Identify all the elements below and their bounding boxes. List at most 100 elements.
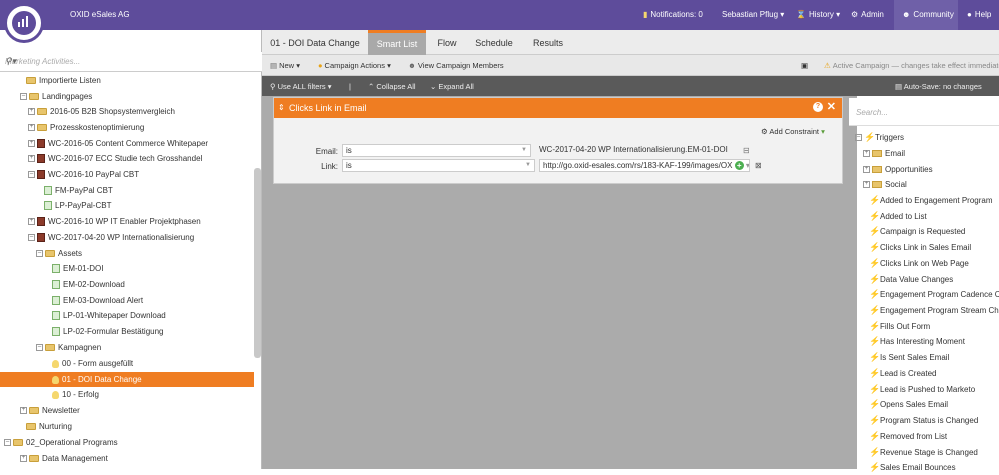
tree-item[interactable]: LP-PayPal-CBT [44, 198, 111, 213]
trigger-item[interactable]: ⚡Fills Out Form [869, 319, 930, 334]
tree-item[interactable]: 00 - Form ausgefüllt [52, 356, 133, 371]
triggers-folder[interactable]: – ⚡Triggers [855, 130, 904, 145]
admin-link[interactable]: ⚙ Admin [851, 10, 884, 19]
tree-item[interactable]: + Newsletter [20, 403, 80, 418]
collapse-toggle-icon[interactable]: – [36, 250, 43, 258]
tree-item-selected[interactable]: 01 - DOI Data Change [0, 372, 254, 387]
tree-item[interactable]: – WC-2017-04-20 WP Internationalisierung [28, 230, 194, 245]
tab-schedule[interactable]: Schedule [468, 30, 520, 55]
expand-toggle-icon[interactable]: + [863, 150, 870, 158]
tree-item[interactable]: + Data Management [20, 451, 108, 466]
tree-item[interactable]: – 02_Operational Programs [4, 435, 118, 450]
trigger-item[interactable]: ⚡Opens Sales Email [869, 397, 948, 412]
trigger-item[interactable]: ⚡Has Interesting Moment [869, 334, 965, 349]
tree-item[interactable]: + WC-2016-10 WP IT Enabler Projektphasen [28, 214, 201, 229]
calendar-icon[interactable]: ▣ [801, 61, 808, 70]
tab-smart-list[interactable]: Smart List [368, 30, 426, 55]
expand-toggle-icon[interactable]: + [28, 124, 35, 132]
tree-item[interactable]: – Landingpages [20, 89, 92, 104]
notifications-link[interactable]: ▮ Notifications: 0 [643, 10, 703, 19]
trigger-item[interactable]: ⚡Removed from List [869, 429, 947, 444]
tree-item[interactable]: LP-01-Whitepaper Download [52, 308, 166, 323]
link-operator-select[interactable]: is ▼ [342, 159, 535, 172]
trigger-item[interactable]: ⚡Added to List [869, 209, 927, 224]
view-members-button[interactable]: ☻ View Campaign Members [408, 61, 504, 70]
email-picker-icon[interactable]: ⊟ [743, 146, 750, 155]
add-constraint-button[interactable]: ⚙ Add Constraint ▾ [761, 127, 825, 136]
collapse-toggle-icon[interactable]: – [20, 93, 27, 101]
trigger-group-email[interactable]: + Email [863, 146, 905, 161]
expand-toggle-icon[interactable]: + [863, 166, 870, 174]
tree-item[interactable]: EM-01-DOI [52, 261, 103, 276]
drag-handle-icon[interactable]: ⇕ [278, 103, 285, 112]
remove-constraint-icon[interactable]: ⊠ [755, 161, 762, 170]
tab-campaign-name[interactable]: 01 - DOI Data Change [262, 30, 368, 55]
tree-item[interactable]: Importierte Listen [26, 73, 101, 88]
expand-toggle-icon[interactable]: + [28, 140, 35, 148]
help-link[interactable]: ● Help [967, 10, 991, 19]
tree-item[interactable]: Nurturing [26, 419, 72, 434]
trigger-item[interactable]: ⚡Data Value Changes [869, 272, 953, 287]
collapse-toggle-icon[interactable]: – [28, 171, 35, 179]
filter-icon[interactable]: ⚲▾ [5, 56, 256, 67]
activities-search-field[interactable]: Marketing Activities... ⚲▾ [0, 52, 262, 72]
help-icon[interactable]: ? [813, 102, 823, 112]
trigger-item[interactable]: ⚡Is Sent Sales Email [869, 350, 949, 365]
trigger-item[interactable]: ⚡Revenue Stage is Changed [869, 445, 978, 460]
tree-item[interactable]: – Kampagnen [36, 340, 101, 355]
filter-header[interactable]: ⇕ Clicks Link in Email ? ✕ [274, 98, 842, 118]
use-all-filters-button[interactable]: ⚲ Use ALL filters ▾ [270, 82, 332, 91]
trigger-item[interactable]: ⚡Program Status is Changed [869, 413, 978, 428]
email-operator-select[interactable]: is ▼ [342, 144, 531, 157]
collapse-all-button[interactable]: ⌃ Collapse All [368, 82, 416, 91]
trigger-item[interactable]: ⚡Clicks Link in Sales Email [869, 240, 971, 255]
email-value-field[interactable]: WC-2017-04-20 WP Internationalisierung.E… [536, 144, 728, 157]
tree-item[interactable]: EM-03-Download Alert [52, 293, 143, 308]
tree-item[interactable]: + WC-2016-07 ECC Studie tech Grosshandel [28, 151, 202, 166]
expand-all-button[interactable]: ⌄ Expand All [430, 82, 474, 91]
trigger-item[interactable]: ⚡Engagement Program Stream Changes [869, 303, 999, 318]
collapse-toggle-icon[interactable]: – [4, 439, 11, 447]
community-link[interactable]: ☻ Community [894, 0, 958, 30]
trigger-item[interactable]: ⚡Clicks Link on Web Page [869, 256, 969, 271]
tree-item[interactable]: LP-02-Formular Bestätigung [52, 324, 164, 339]
user-menu[interactable]: Sebastian Pflug ▾ [722, 10, 784, 19]
expand-toggle-icon[interactable]: + [863, 181, 870, 189]
expand-toggle-icon[interactable]: + [20, 407, 27, 415]
close-icon[interactable]: ✕ [827, 100, 836, 113]
tab-flow[interactable]: Flow [426, 30, 468, 55]
link-value-field[interactable]: http://go.oxid-esales.com/rs/183-KAF-199… [539, 159, 750, 172]
tree-item[interactable]: FM-PayPal CBT [44, 183, 113, 198]
tree-item[interactable]: 10 - Erfolg [52, 387, 99, 402]
tree-item[interactable]: +2016-05 B2B Shopsystemvergleich [28, 104, 175, 119]
marketo-logo[interactable] [4, 3, 44, 43]
trigger-item[interactable]: ⚡Campaign is Requested [869, 224, 965, 239]
collapse-toggle-icon[interactable]: – [36, 344, 43, 352]
expand-toggle-icon[interactable]: + [28, 218, 35, 226]
tree-item[interactable]: – WC-2016-10 PayPal CBT [28, 167, 139, 182]
tree-item[interactable]: EM-02-Download [52, 277, 125, 292]
collapse-toggle-icon[interactable]: – [855, 134, 862, 142]
trigger-group-social[interactable]: + Social [863, 177, 907, 192]
trigger-item[interactable]: ⚡Added to Engagement Program [869, 193, 993, 208]
new-button[interactable]: ▤ New ▾ [270, 61, 300, 70]
tree-item[interactable]: + WC-2016-05 Content Commerce Whitepaper [28, 136, 208, 151]
filter-card[interactable]: ⇕ Clicks Link in Email ? ✕ ⚙ Add Constra… [273, 97, 843, 184]
trigger-group-opportunities[interactable]: + Opportunities [863, 162, 933, 177]
add-value-icon[interactable]: + [734, 161, 744, 171]
trigger-item[interactable]: ⚡Lead is Pushed to Marketo [869, 382, 975, 397]
trigger-item[interactable]: ⚡Sales Email Bounces [869, 460, 956, 475]
tree-item[interactable]: + Prozesskostenoptimierung [28, 120, 144, 135]
collapse-toggle-icon[interactable]: – [28, 234, 35, 242]
expand-toggle-icon[interactable]: + [28, 155, 35, 163]
trigger-item[interactable]: ⚡Lead is Created [869, 366, 936, 381]
history-menu[interactable]: ⌛ History ▾ [796, 10, 840, 19]
expand-toggle-icon[interactable]: + [28, 108, 35, 116]
trigger-item[interactable]: ⚡Engagement Program Cadence Changes [869, 287, 999, 302]
triggers-search-field[interactable]: Search... [849, 98, 999, 126]
tree-item[interactable]: – Assets [36, 246, 82, 261]
campaign-actions-button[interactable]: ● Campaign Actions ▾ [318, 61, 391, 70]
expand-toggle-icon[interactable]: + [20, 455, 27, 463]
tree-scrollbar[interactable] [254, 168, 261, 358]
tab-results[interactable]: Results [520, 30, 576, 55]
